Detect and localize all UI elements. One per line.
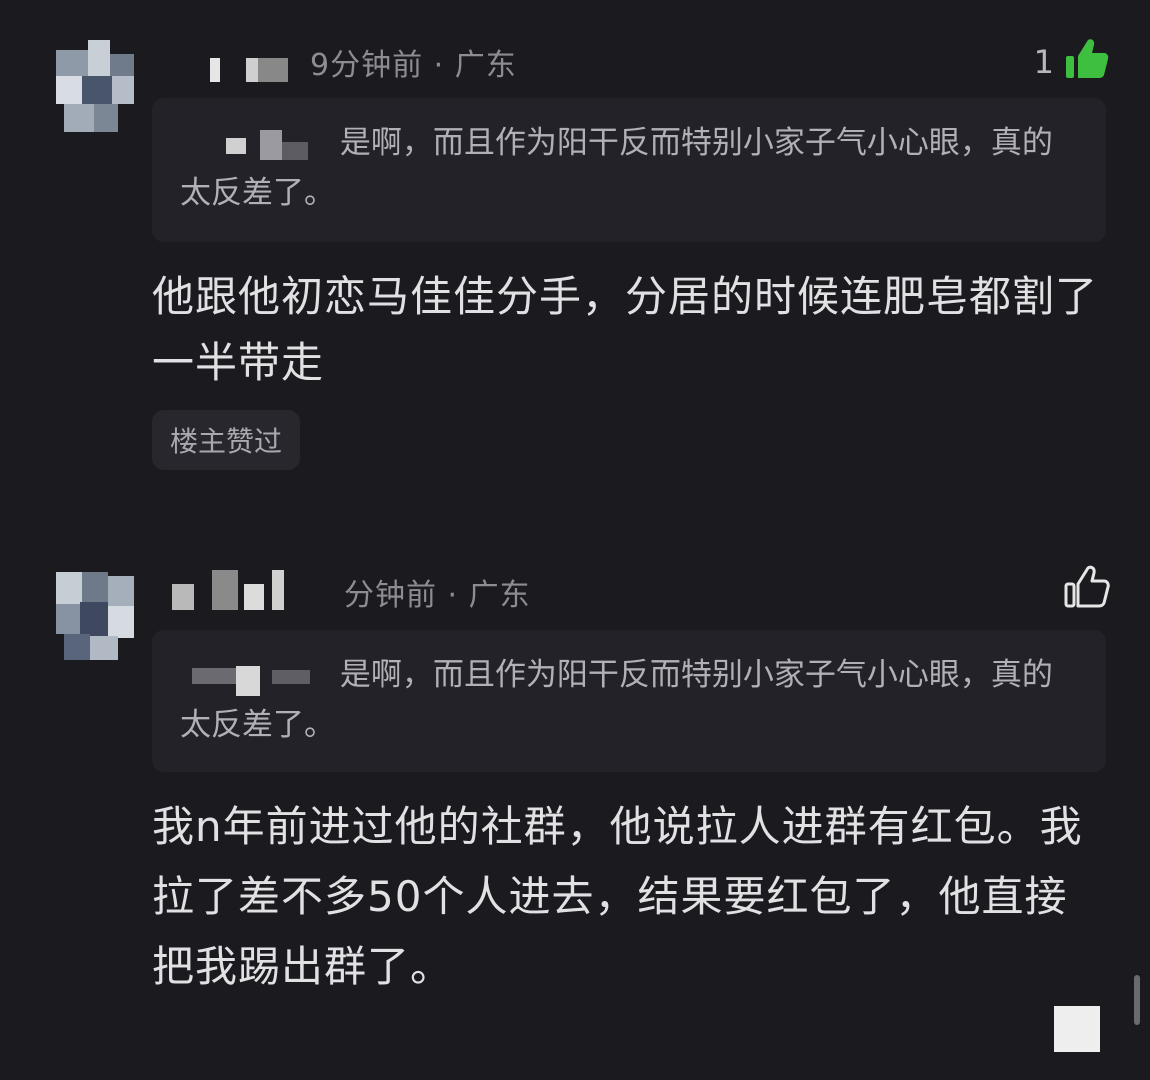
comment-body: 他跟他初恋马佳佳分手，分居的时候连肥皂都割了一半带走 (152, 272, 1099, 387)
quoted-reply[interactable]: 是啊，而且作为阳干反而特别小家子气小心眼，真的太反差了。 (152, 98, 1106, 242)
comment-item: 9分钟前 · 广东 1 是啊，而且作为阳干反而特别小家子气小心眼，真的太反差了。… (0, 0, 1150, 520)
avatar[interactable] (56, 572, 134, 664)
avatar[interactable] (56, 40, 134, 132)
like-button[interactable] (1062, 564, 1110, 616)
scrollbar[interactable] (1134, 975, 1140, 1025)
time-location: 9分钟前 · 广东 (310, 48, 517, 83)
quoted-reply[interactable]: 是啊，而且作为阳干反而特别小家子气小心眼，真的太反差了。 (152, 630, 1106, 772)
username-blurred[interactable] (210, 58, 290, 82)
thumb-up-filled-icon (1062, 36, 1110, 88)
quoted-username-blurred (180, 129, 330, 160)
quoted-username-blurred (180, 662, 330, 696)
comment-body: 我n年前进过他的社群，他说拉人进群有红包。我拉了差不多50个人进去，结果要红包了… (152, 802, 1083, 991)
overlay-square (1054, 1006, 1100, 1052)
username-blurred[interactable] (172, 570, 292, 610)
thumb-up-outline-icon (1062, 564, 1110, 616)
like-button[interactable]: 1 (1034, 36, 1110, 88)
author-liked-badge: 楼主赞过 (152, 410, 301, 470)
comment-item: 分钟前 · 广东 是啊，而且作为阳干反而特别小家子气小心眼，真的太反差了。 我n… (0, 540, 1150, 1080)
time-location: 分钟前 · 广东 (344, 578, 531, 613)
like-count: 1 (1033, 43, 1054, 81)
comments-screen: { "comments": [ { "time_location": "9分钟前… (0, 0, 1150, 1080)
